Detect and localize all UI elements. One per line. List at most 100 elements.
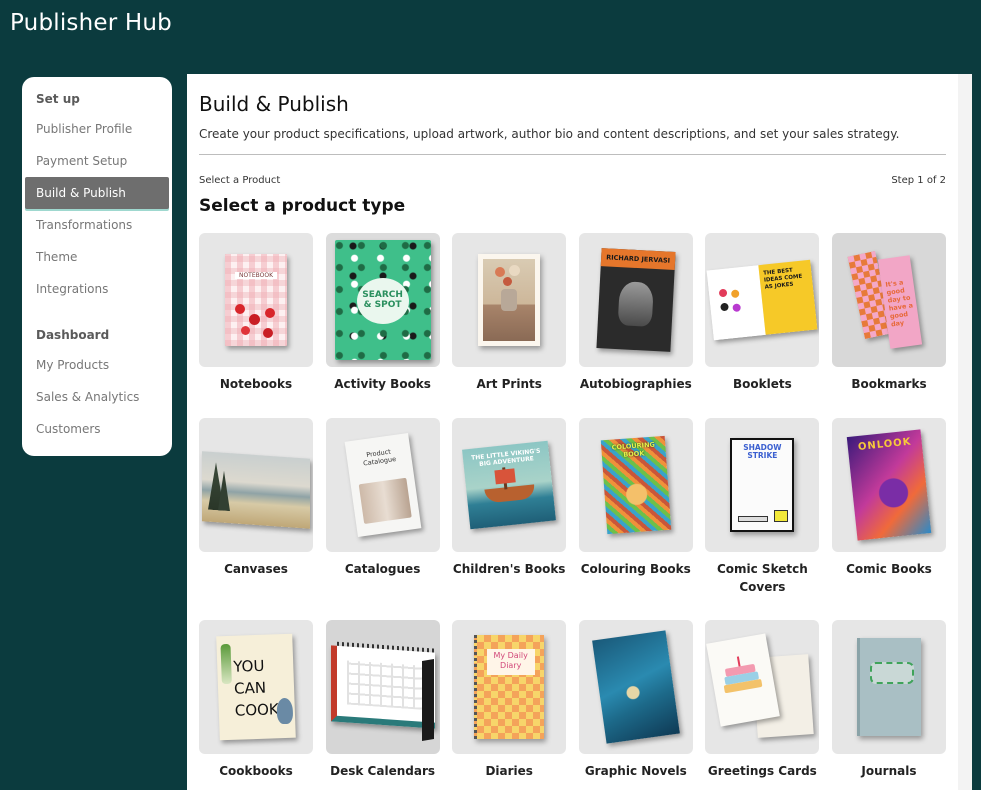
product-label: Booklets: [733, 377, 792, 391]
sidebar-item-payment-setup[interactable]: Payment Setup: [22, 145, 172, 177]
product-thumbnail: [831, 620, 946, 754]
step-indicator: Step 1 of 2: [891, 175, 946, 186]
product-card-graphic-novels[interactable]: Graphic Novels: [578, 620, 693, 790]
product-label: Journals: [861, 764, 917, 778]
product-card-canvases[interactable]: Canvases: [199, 418, 313, 620]
product-card-journals[interactable]: Journals: [831, 620, 946, 790]
cover-text: THE BEST IDEAS COME AS JOKES: [763, 267, 803, 291]
graphic-novel-cover-image: [591, 630, 680, 744]
product-label: Bookmarks: [851, 377, 927, 391]
product-thumbnail: THE BEST IDEAS COME AS JOKES: [705, 233, 820, 367]
product-card-notebooks[interactable]: NOTEBOOK Notebooks: [199, 233, 313, 418]
sidebar-item-theme[interactable]: Theme: [22, 241, 172, 273]
product-label: Activity Books: [334, 377, 431, 391]
sidebar-item-build-publish[interactable]: Build & Publish: [25, 177, 169, 209]
product-thumbnail: [578, 620, 693, 754]
page-title: Build & Publish: [199, 92, 349, 116]
canvas-landscape-image: [202, 451, 310, 529]
product-thumbnail: THE LITTLE VIKING'S BIG ADVENTURE: [452, 418, 567, 552]
product-grid: NOTEBOOK Notebooks SEARCH & SPOT Activit…: [199, 233, 946, 790]
product-label: Canvases: [224, 562, 288, 576]
product-card-bookmarks[interactable]: It's a good day to have a good day Bookm…: [831, 233, 946, 418]
product-card-autobiographies[interactable]: RICHARD JERVASI Autobiographies: [578, 233, 693, 418]
notebook-cover-image: NOTEBOOK: [225, 254, 287, 346]
product-label: Autobiographies: [579, 377, 692, 391]
product-thumbnail: [705, 620, 820, 754]
product-label: Cookbooks: [219, 764, 293, 778]
product-thumbnail: SEARCH & SPOT: [325, 233, 440, 367]
booklet-spread-image: THE BEST IDEAS COME AS JOKES: [707, 259, 818, 341]
comic-sketch-cover-image: SHADOW STRIKE: [730, 438, 795, 532]
product-card-childrens-books[interactable]: THE LITTLE VIKING'S BIG ADVENTURE Childr…: [452, 418, 567, 620]
product-thumbnail: It's a good day to have a good day: [831, 233, 946, 367]
divider: [199, 154, 946, 155]
product-thumbnail: My Daily Diary: [452, 620, 567, 754]
cover-text: It's a good day to have a good day: [884, 278, 914, 329]
product-label: Notebooks: [219, 377, 293, 391]
cover-text: ONLOOK: [857, 436, 912, 453]
product-card-greetings-cards[interactable]: Greetings Cards: [705, 620, 820, 790]
catalogue-cover-image: Product Catalogue: [344, 433, 421, 537]
app-title: Publisher Hub: [10, 10, 172, 36]
product-thumbnail: [452, 233, 567, 367]
product-thumbnail: COLOURING BOOK: [578, 418, 693, 552]
cover-text: THE LITTLE VIKING'S BIG ADVENTURE: [471, 447, 541, 468]
sidebar-item-transformations[interactable]: Transformations: [22, 209, 172, 241]
product-card-booklets[interactable]: THE BEST IDEAS COME AS JOKES Booklets: [705, 233, 820, 418]
product-label: Diaries: [485, 764, 533, 778]
art-print-image: [478, 254, 541, 346]
sidebar-item-integrations[interactable]: Integrations: [22, 273, 172, 305]
product-thumbnail: [199, 418, 313, 552]
product-label: Art Prints: [476, 377, 542, 391]
section-title: Select a product type: [199, 196, 406, 216]
sidebar: Set up Publisher Profile Payment Setup B…: [22, 77, 172, 456]
sidebar-item-sales-analytics[interactable]: Sales & Analytics: [22, 381, 172, 413]
sidebar-item-publisher-profile[interactable]: Publisher Profile: [22, 113, 172, 145]
comic-book-cover-image: ONLOOK: [846, 429, 932, 541]
cover-text: SHADOW STRIKE: [743, 443, 782, 460]
sidebar-heading-setup: Set up: [36, 92, 80, 106]
product-card-catalogues[interactable]: Product Catalogue Catalogues: [325, 418, 440, 620]
product-label: Colouring Books: [580, 562, 691, 576]
product-label: Children's Books: [452, 562, 566, 576]
sidebar-item-my-products[interactable]: My Products: [22, 349, 172, 381]
step-row: Select a Product Step 1 of 2: [199, 175, 946, 186]
breadcrumb: Select a Product: [199, 175, 281, 186]
product-card-art-prints[interactable]: Art Prints: [452, 233, 567, 418]
product-thumbnail: ONLOOK: [831, 418, 946, 552]
journal-cover-image: [856, 638, 921, 736]
product-label: Catalogues: [344, 562, 421, 576]
cover-text: COLOURING BOOK: [611, 440, 655, 459]
cover-text: SEARCH & SPOT: [362, 290, 403, 310]
desk-calendar-stand: [421, 658, 434, 742]
cover-text: Product Catalogue: [362, 447, 397, 468]
product-label: Desk Calendars: [330, 764, 436, 778]
page-description: Create your product specifications, uplo…: [199, 127, 900, 141]
cookbook-cover-image: YOU CAN COOK: [216, 633, 296, 741]
product-card-cookbooks[interactable]: YOU CAN COOK Cookbooks: [199, 620, 313, 790]
sidebar-item-customers[interactable]: Customers: [22, 413, 172, 445]
product-card-diaries[interactable]: My Daily Diary Diaries: [452, 620, 567, 790]
diary-cover-image: My Daily Diary: [474, 635, 545, 739]
product-card-activity-books[interactable]: SEARCH & SPOT Activity Books: [325, 233, 440, 418]
product-thumbnail: SHADOW STRIKE: [705, 418, 820, 552]
product-card-comic-books[interactable]: ONLOOK Comic Books: [831, 418, 946, 620]
sidebar-heading-dashboard: Dashboard: [36, 328, 110, 342]
product-thumbnail: [325, 620, 440, 754]
main-panel: Build & Publish Create your product spec…: [187, 74, 972, 790]
autobiography-cover-image: RICHARD JERVASI: [596, 248, 676, 352]
cover-text: NOTEBOOK: [235, 272, 277, 279]
product-card-desk-calendars[interactable]: Desk Calendars: [325, 620, 440, 790]
product-card-comic-sketch-covers[interactable]: SHADOW STRIKE Comic Sketch Covers: [705, 418, 820, 620]
product-label: Greetings Cards: [707, 764, 817, 778]
greeting-card-front-image: [706, 633, 781, 727]
product-label: Comic Books: [846, 562, 932, 576]
product-thumbnail: Product Catalogue: [325, 418, 440, 552]
product-label: Comic Sketch Covers: [716, 562, 808, 594]
activity-book-cover-image: SEARCH & SPOT: [334, 240, 431, 360]
cover-text: My Daily Diary: [493, 651, 528, 670]
product-label: Graphic Novels: [584, 764, 687, 778]
product-card-colouring-books[interactable]: COLOURING BOOK Colouring Books: [578, 418, 693, 620]
childrens-book-cover-image: THE LITTLE VIKING'S BIG ADVENTURE: [462, 440, 557, 530]
product-thumbnail: RICHARD JERVASI: [578, 233, 693, 367]
